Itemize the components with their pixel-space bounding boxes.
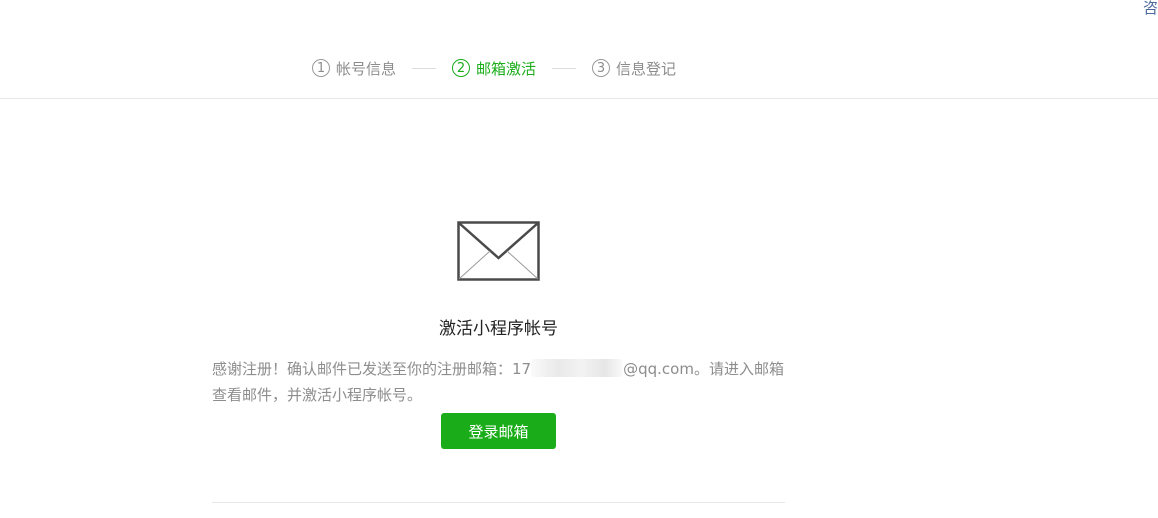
divider	[212, 502, 785, 503]
email-domain: @qq.com	[623, 360, 694, 378]
steps-list: 1 帐号信息 2 邮箱激活 3 信息登记	[312, 56, 676, 80]
step-account-info: 1 帐号信息	[312, 58, 396, 79]
page-title: 激活小程序帐号	[439, 319, 558, 339]
step-label: 邮箱激活	[476, 59, 537, 78]
step-navigation: 1 帐号信息 2 邮箱激活 3 信息登记	[0, 0, 1158, 99]
step-label: 信息登记	[616, 59, 677, 78]
mail-envelope-icon	[457, 221, 540, 281]
step-info-registration: 3 信息登记	[592, 58, 676, 79]
step-number-1: 1	[312, 59, 330, 77]
email-redaction	[531, 359, 624, 377]
step-label: 帐号信息	[336, 59, 397, 78]
step-separator	[412, 67, 437, 69]
activation-message: 感谢注册！确认邮件已发送至你的注册邮箱：17 @qq.com。请进入邮箱查看邮件，…	[212, 356, 792, 408]
message-prefix: 感谢注册！确认邮件已发送至你的注册邮箱：	[212, 360, 513, 378]
login-mailbox-button[interactable]: 登录邮箱	[441, 413, 556, 449]
email-partial: 17	[512, 360, 532, 378]
step-number-3: 3	[592, 59, 611, 77]
step-email-activation: 2 邮箱激活	[452, 58, 536, 79]
step-separator	[552, 67, 577, 69]
step-number-2: 2	[452, 59, 471, 77]
